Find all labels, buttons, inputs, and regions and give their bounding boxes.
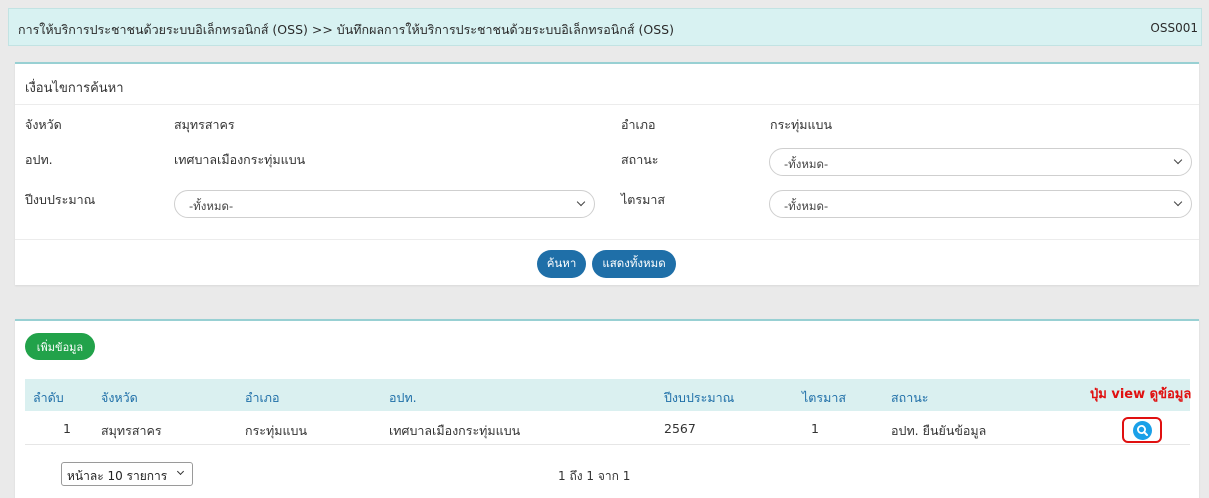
search-icon bbox=[1133, 421, 1152, 440]
cell-quarter: 1 bbox=[811, 421, 819, 436]
chevron-down-icon bbox=[576, 197, 586, 207]
add-data-button[interactable]: เพิ่มข้อมูล bbox=[25, 333, 95, 360]
divider bbox=[15, 104, 1199, 105]
year-select[interactable]: -ทั้งหมด- bbox=[174, 190, 595, 218]
year-select-value: -ทั้งหมด- bbox=[189, 199, 234, 213]
status-label: สถานะ bbox=[621, 152, 659, 167]
column-header: ปีงบประมาณ bbox=[664, 390, 735, 405]
province-value: สมุทรสาคร bbox=[174, 117, 235, 132]
org-value: เทศบาลเมืองกระทุ่มแบน bbox=[174, 152, 306, 167]
column-header: ไตรมาส bbox=[802, 390, 847, 405]
cell-org: เทศบาลเมืองกระทุ่มแบน bbox=[389, 423, 521, 438]
page-size-select[interactable]: หน้าละ 10 รายการ bbox=[61, 462, 193, 486]
divider bbox=[15, 239, 1199, 240]
column-header: ลำดับ bbox=[33, 390, 64, 405]
view-button-annotation: ปุ่ม view ดูข้อมูล bbox=[1090, 387, 1192, 402]
column-header: สถานะ bbox=[891, 390, 929, 405]
chevron-down-icon bbox=[176, 467, 185, 476]
pagination-info: 1 ถึง 1 จาก 1 bbox=[558, 469, 631, 483]
breadcrumb-bar: การให้บริการประชาชนด้วยระบบอิเล็กทรอนิกส… bbox=[8, 8, 1202, 46]
table-row: 1 สมุทรสาคร กระทุ่มแบน เทศบาลเมืองกระทุ่… bbox=[25, 411, 1190, 445]
breadcrumb: การให้บริการประชาชนด้วยระบบอิเล็กทรอนิกส… bbox=[18, 22, 674, 37]
quarter-select-value: -ทั้งหมด- bbox=[784, 199, 829, 213]
year-label: ปีงบประมาณ bbox=[25, 192, 96, 207]
org-label: อปท. bbox=[25, 152, 53, 167]
cell-status: อปท. ยืนยันข้อมูล bbox=[891, 423, 987, 438]
status-select-value: -ทั้งหมด- bbox=[784, 157, 829, 171]
chevron-down-icon bbox=[1173, 197, 1183, 207]
status-select[interactable]: -ทั้งหมด- bbox=[769, 148, 1192, 176]
search-button[interactable]: ค้นหา bbox=[537, 250, 586, 278]
page-size-value: หน้าละ 10 รายการ bbox=[67, 469, 168, 483]
search-panel: เงื่อนไขการค้นหา จังหวัด สมุทรสาคร อำเภอ… bbox=[15, 62, 1199, 285]
cell-year: 2567 bbox=[664, 421, 696, 436]
district-label: อำเภอ bbox=[621, 117, 656, 132]
chevron-down-icon bbox=[1173, 155, 1183, 165]
table-header: ลำดับ จังหวัด อำเภอ อปท. ปีงบประมาณ ไตรม… bbox=[25, 379, 1190, 411]
results-panel: เพิ่มข้อมูล ลำดับ จังหวัด อำเภอ อปท. ปีง… bbox=[15, 319, 1199, 498]
district-value: กระทุ่มแบน bbox=[770, 117, 833, 132]
page-code: OSS001 bbox=[1150, 21, 1198, 35]
cell-district: กระทุ่มแบน bbox=[245, 423, 308, 438]
show-all-button[interactable]: แสดงทั้งหมด bbox=[592, 250, 676, 278]
search-panel-title: เงื่อนไขการค้นหา bbox=[25, 81, 124, 96]
cell-index: 1 bbox=[63, 421, 71, 436]
cell-province: สมุทรสาคร bbox=[101, 423, 162, 438]
column-header: อปท. bbox=[389, 390, 417, 405]
column-header: อำเภอ bbox=[245, 390, 280, 405]
quarter-label: ไตรมาส bbox=[621, 192, 666, 207]
view-button[interactable] bbox=[1122, 417, 1162, 443]
column-header: จังหวัด bbox=[101, 390, 138, 405]
quarter-select[interactable]: -ทั้งหมด- bbox=[769, 190, 1192, 218]
province-label: จังหวัด bbox=[25, 117, 62, 132]
